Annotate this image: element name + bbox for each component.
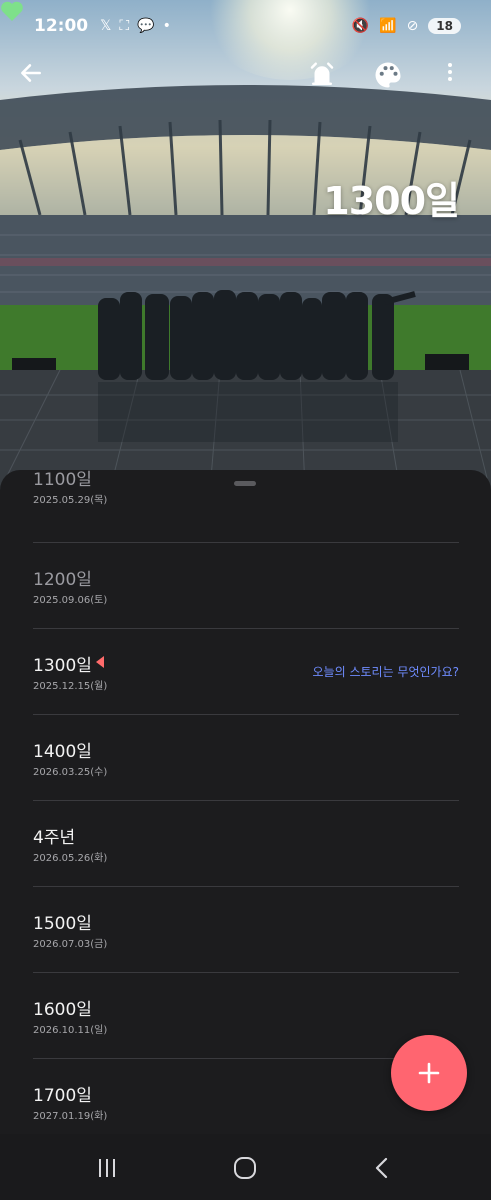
header-photo: 12:00 𝕏 ⛶ 💬 • 🔇 📶 ⊘ 18 1300일 bbox=[0, 0, 491, 490]
mute-icon: 🔇 bbox=[351, 18, 370, 34]
dot-icon: • bbox=[162, 18, 171, 34]
more-vert-icon[interactable] bbox=[438, 60, 478, 104]
home-icon[interactable] bbox=[225, 1150, 265, 1186]
milestone-date: 2025.09.06(토) bbox=[33, 595, 108, 606]
back-arrow-icon[interactable] bbox=[18, 60, 58, 104]
milestone-date: 2026.10.11(일) bbox=[33, 1025, 108, 1036]
status-time: 12:00 bbox=[34, 16, 89, 36]
list-item[interactable]: 1200일 2025.09.06(토) bbox=[33, 543, 459, 629]
add-milestone-button[interactable] bbox=[391, 1035, 467, 1111]
milestone-date: 2025.12.15(월) bbox=[33, 681, 108, 692]
milestone-title: 1200일 bbox=[33, 570, 92, 590]
list-item[interactable]: 1400일 2026.03.25(수) bbox=[33, 715, 459, 801]
recent-apps-icon[interactable] bbox=[87, 1150, 127, 1186]
heart-icon bbox=[1, 1, 23, 21]
milestone-date: 2026.05.26(화) bbox=[33, 853, 108, 864]
list-item[interactable]: 1500일 2026.07.03(금) bbox=[33, 887, 459, 973]
wifi-icon: 📶 bbox=[379, 18, 397, 34]
status-bar: 12:00 𝕏 ⛶ 💬 • 🔇 📶 ⊘ 18 bbox=[0, 0, 491, 52]
milestone-date: 2025.05.29(목) bbox=[33, 495, 108, 506]
story-prompt-link[interactable]: 오늘의 스토리는 무엇인가요? bbox=[313, 663, 459, 680]
status-notification-icons: 𝕏 ⛶ 💬 • bbox=[100, 18, 171, 34]
list-item[interactable]: 1600일 2026.10.11(일) bbox=[33, 973, 459, 1059]
milestone-date: 2026.07.03(금) bbox=[33, 939, 108, 950]
milestone-title: 1100일 bbox=[33, 470, 92, 490]
today-marker-icon bbox=[96, 656, 104, 668]
list-item[interactable]: 1100일 2025.05.29(목) bbox=[33, 470, 459, 543]
x-icon: 𝕏 bbox=[100, 18, 112, 34]
battery-icon: 18 bbox=[428, 18, 461, 34]
palette-icon[interactable] bbox=[373, 60, 413, 104]
milestone-title: 1400일 bbox=[33, 742, 92, 762]
milestone-title: 1700일 bbox=[33, 1086, 92, 1106]
milestone-title: 4주년 bbox=[33, 828, 76, 848]
toolbar bbox=[0, 60, 491, 104]
talk-icon: 💬 bbox=[137, 18, 155, 34]
screenshot-icon: ⛶ bbox=[119, 18, 130, 34]
status-system-icons: 🔇 📶 ⊘ 18 bbox=[352, 18, 461, 34]
milestone-title: 1500일 bbox=[33, 914, 92, 934]
alarm-icon[interactable] bbox=[307, 60, 347, 104]
milestone-date: 2026.03.25(수) bbox=[33, 767, 108, 778]
milestone-sheet[interactable]: 1100일 2025.05.29(목) 1200일 2025.09.06(토) … bbox=[0, 470, 491, 1134]
milestone-title: 1300일 bbox=[33, 656, 92, 676]
plus-icon bbox=[418, 1062, 440, 1084]
block-icon: ⊘ bbox=[406, 18, 419, 34]
list-item-current[interactable]: 1300일 오늘의 스토리는 무엇인가요? 2025.12.15(월) bbox=[33, 629, 459, 715]
dday-counter: 1300일 bbox=[323, 179, 460, 223]
list-item[interactable]: 4주년 2026.05.26(화) bbox=[33, 801, 459, 887]
back-icon[interactable] bbox=[362, 1150, 402, 1186]
system-nav-bar bbox=[0, 1134, 491, 1200]
milestone-title: 1600일 bbox=[33, 1000, 92, 1020]
milestone-date: 2027.01.19(화) bbox=[33, 1111, 108, 1122]
